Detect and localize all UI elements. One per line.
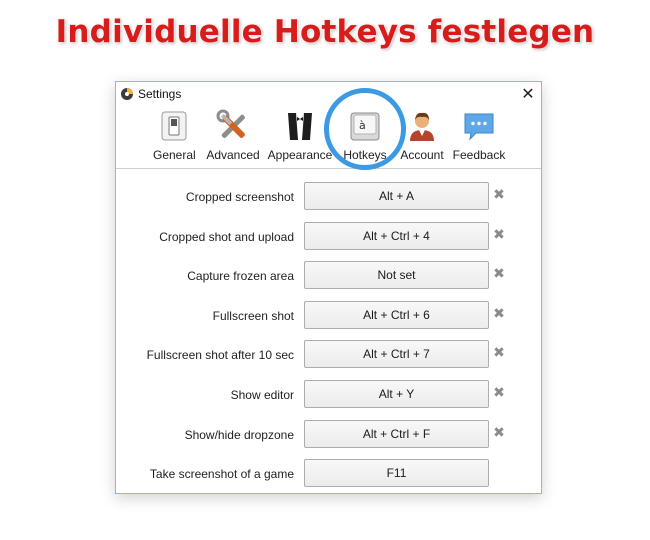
tab-label: Appearance — [267, 148, 333, 162]
tools-icon — [216, 109, 245, 138]
hotkey-field[interactable]: Not set — [304, 261, 489, 289]
hotkey-row: Show/hide dropzone Alt + Ctrl + F ✖ — [116, 420, 541, 450]
tab-label: Hotkeys — [343, 148, 387, 162]
hotkey-label: Show editor — [230, 388, 294, 402]
hotkey-field[interactable]: Alt + Ctrl + 6 — [304, 301, 489, 329]
window-title: Settings — [138, 87, 182, 101]
hotkey-field[interactable]: Alt + Y — [304, 380, 489, 408]
hotkey-field[interactable]: Alt + Ctrl + 7 — [304, 340, 489, 368]
tab-appearance[interactable]: Appearance — [267, 106, 333, 169]
tab-general[interactable]: General — [153, 106, 196, 169]
hotkey-label: Take screenshot of a game — [149, 467, 294, 481]
settings-window: Settings ✕ General Advanced Appearance à… — [115, 81, 542, 494]
hotkey-field[interactable]: Alt + Ctrl + 4 — [304, 222, 489, 250]
clear-hotkey-icon[interactable]: ✖ — [492, 266, 506, 282]
clear-hotkey-icon[interactable]: ✖ — [492, 306, 506, 322]
tab-hotkeys[interactable]: à Hotkeys — [341, 106, 389, 169]
page-headline: Individuelle Hotkeys festlegen — [55, 14, 595, 50]
hotkey-label: Cropped screenshot — [185, 190, 294, 204]
hotkey-label: Fullscreen shot after 10 sec — [146, 348, 294, 362]
close-button[interactable]: ✕ — [515, 82, 541, 106]
tab-label: General — [153, 148, 196, 162]
app-icon — [121, 88, 133, 100]
hotkey-label: Cropped shot and upload — [159, 230, 294, 244]
tuxedo-icon — [288, 113, 312, 140]
hotkey-row: Show editor Alt + Y ✖ — [116, 380, 541, 410]
hotkey-field[interactable]: Alt + A — [304, 182, 489, 210]
hotkey-row: Cropped shot and upload Alt + Ctrl + 4 ✖ — [116, 222, 541, 252]
clear-hotkey-icon[interactable]: ✖ — [492, 187, 506, 203]
hotkey-row: Fullscreen shot after 10 sec Alt + Ctrl … — [116, 340, 541, 370]
hotkey-row: Fullscreen shot Alt + Ctrl + 6 ✖ — [116, 301, 541, 331]
speech-bubble-icon — [464, 113, 494, 141]
tab-label: Feedback — [452, 148, 506, 162]
hotkey-field[interactable]: F11 — [304, 459, 489, 487]
clear-hotkey-icon[interactable]: ✖ — [492, 385, 506, 401]
toggle-switch-icon — [161, 111, 187, 141]
svg-text:à: à — [359, 119, 366, 132]
tab-feedback[interactable]: Feedback — [452, 106, 506, 169]
keyboard-key-icon: à — [350, 112, 380, 141]
clear-hotkey-icon[interactable]: ✖ — [492, 345, 506, 361]
clear-hotkey-icon[interactable]: ✖ — [492, 425, 506, 441]
hotkey-field[interactable]: Alt + Ctrl + F — [304, 420, 489, 448]
tab-account[interactable]: Account — [397, 106, 447, 169]
hotkey-row: Capture frozen area Not set ✖ — [116, 261, 541, 291]
hotkey-label: Capture frozen area — [187, 269, 294, 283]
clear-hotkey-icon[interactable]: ✖ — [492, 227, 506, 243]
user-account-icon — [410, 112, 434, 141]
tab-label: Advanced — [206, 148, 260, 162]
hotkey-row: Cropped screenshot Alt + A ✖ — [116, 182, 541, 212]
hotkey-label: Fullscreen shot — [212, 309, 294, 323]
title-bar: Settings ✕ — [116, 82, 541, 106]
tab-label: Account — [400, 148, 444, 162]
hotkey-row: Take screenshot of a game F11 — [116, 459, 541, 489]
hotkey-label: Show/hide dropzone — [184, 428, 294, 442]
settings-tab-bar: General Advanced Appearance à Hotkeys Ac… — [116, 88, 541, 170]
tab-advanced[interactable]: Advanced — [205, 106, 261, 169]
